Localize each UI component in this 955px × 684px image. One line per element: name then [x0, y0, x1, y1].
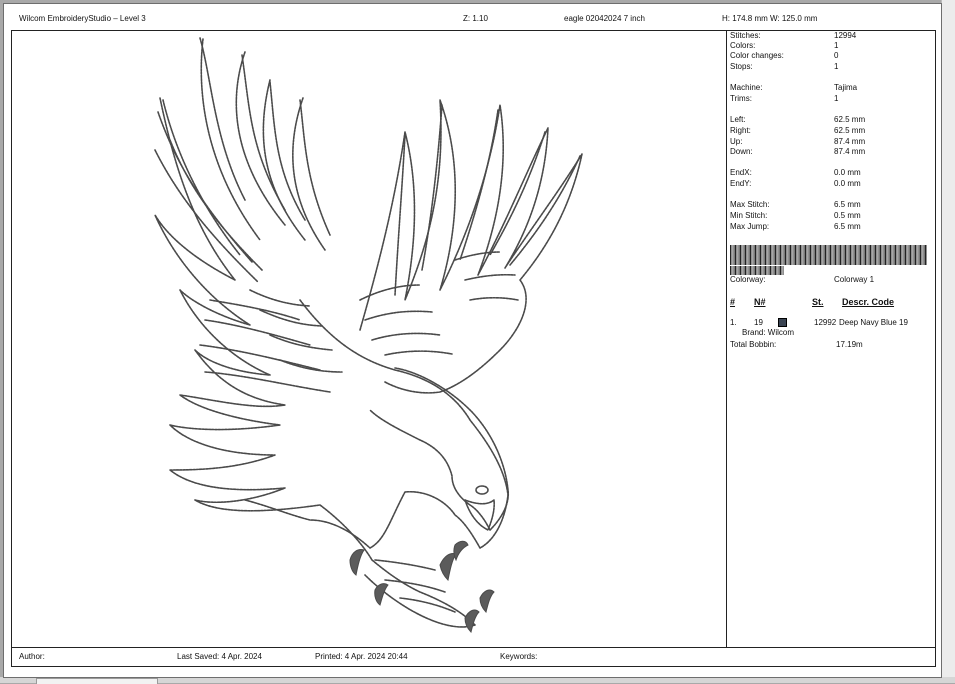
- col-header-number: N#: [754, 297, 766, 307]
- zoom-level: Z: 1.10: [463, 14, 488, 23]
- window-scrollbar[interactable]: [941, 0, 955, 683]
- thread-row-description: Deep Navy Blue 19: [839, 318, 908, 327]
- thread-color-swatch: [778, 318, 787, 327]
- thread-row-number: 19: [754, 318, 763, 327]
- col-header-stitches: St.: [812, 297, 824, 307]
- footer-printed: Printed: 4 Apr. 2024 20:44: [315, 652, 408, 661]
- footer-last-saved: Last Saved: 4 Apr. 2024: [177, 652, 262, 661]
- col-header-descr-code: Descr. Code: [842, 297, 895, 307]
- talon: [349, 549, 365, 576]
- page-tab[interactable]: [36, 678, 158, 684]
- design-file-name: eagle 02042024 7 inch: [564, 14, 645, 23]
- talon: [439, 553, 457, 582]
- thread-row-index: 1.: [730, 318, 737, 327]
- stat-min-stitch: Min Stitch: 0.5 mm: [730, 211, 861, 220]
- stitch-sequence-barcode: [730, 245, 927, 265]
- stat-endx: EndX: 0.0 mm: [730, 168, 861, 177]
- info-panel-divider: [726, 30, 727, 647]
- col-header-index: #: [730, 297, 736, 307]
- stat-stops: Stops: 1: [730, 62, 839, 71]
- thread-row-stitches: 12992: [814, 318, 837, 327]
- footer-author: Author:: [19, 652, 45, 661]
- design-height: H: 174.8 mm: [722, 14, 768, 23]
- eye: [475, 485, 489, 495]
- stitch-sequence-barcode-tail: [730, 266, 784, 275]
- stat-max-stitch: Max Stitch: 6.5 mm: [730, 200, 861, 209]
- app-title: Wilcom EmbroideryStudio – Level 3: [19, 14, 146, 23]
- stat-max-jump: Max Jump: 6.5 mm: [730, 222, 861, 231]
- talon: [479, 589, 495, 613]
- right-wing-outline: [359, 99, 583, 394]
- stat-up: Up: 87.4 mm: [730, 137, 866, 146]
- stat-right: Right: 62.5 mm: [730, 126, 866, 135]
- talon: [464, 609, 480, 633]
- colorway-row: Colorway: Colorway 1: [730, 275, 875, 284]
- stat-stitches: Stitches: 12994: [730, 31, 857, 40]
- stat-colors: Colors: 1: [730, 41, 839, 50]
- stat-machine: Machine: Tajima: [730, 83, 858, 92]
- stat-left: Left: 62.5 mm: [730, 115, 866, 124]
- talon: [453, 540, 469, 562]
- total-bobbin-value: 17.19m: [836, 340, 863, 349]
- footer-keywords: Keywords:: [500, 652, 538, 661]
- page-header: Wilcom EmbroideryStudio – Level 3 Z: 1.1…: [16, 14, 936, 26]
- eagle-embroidery-design: [154, 37, 583, 633]
- stat-trims: Trims: 1: [730, 94, 839, 103]
- stat-color-changes: Color changes: 0: [730, 51, 839, 60]
- page-footer: Author: Last Saved: 4 Apr. 2024 Printed:…: [11, 647, 936, 667]
- design-width: W: 125.0 mm: [770, 14, 818, 23]
- stat-endy: EndY: 0.0 mm: [730, 179, 861, 188]
- stat-down: Down: 87.4 mm: [730, 147, 866, 156]
- total-bobbin-label: Total Bobbin:: [730, 340, 777, 349]
- thread-row-brand: Brand: Wilcom: [742, 328, 795, 337]
